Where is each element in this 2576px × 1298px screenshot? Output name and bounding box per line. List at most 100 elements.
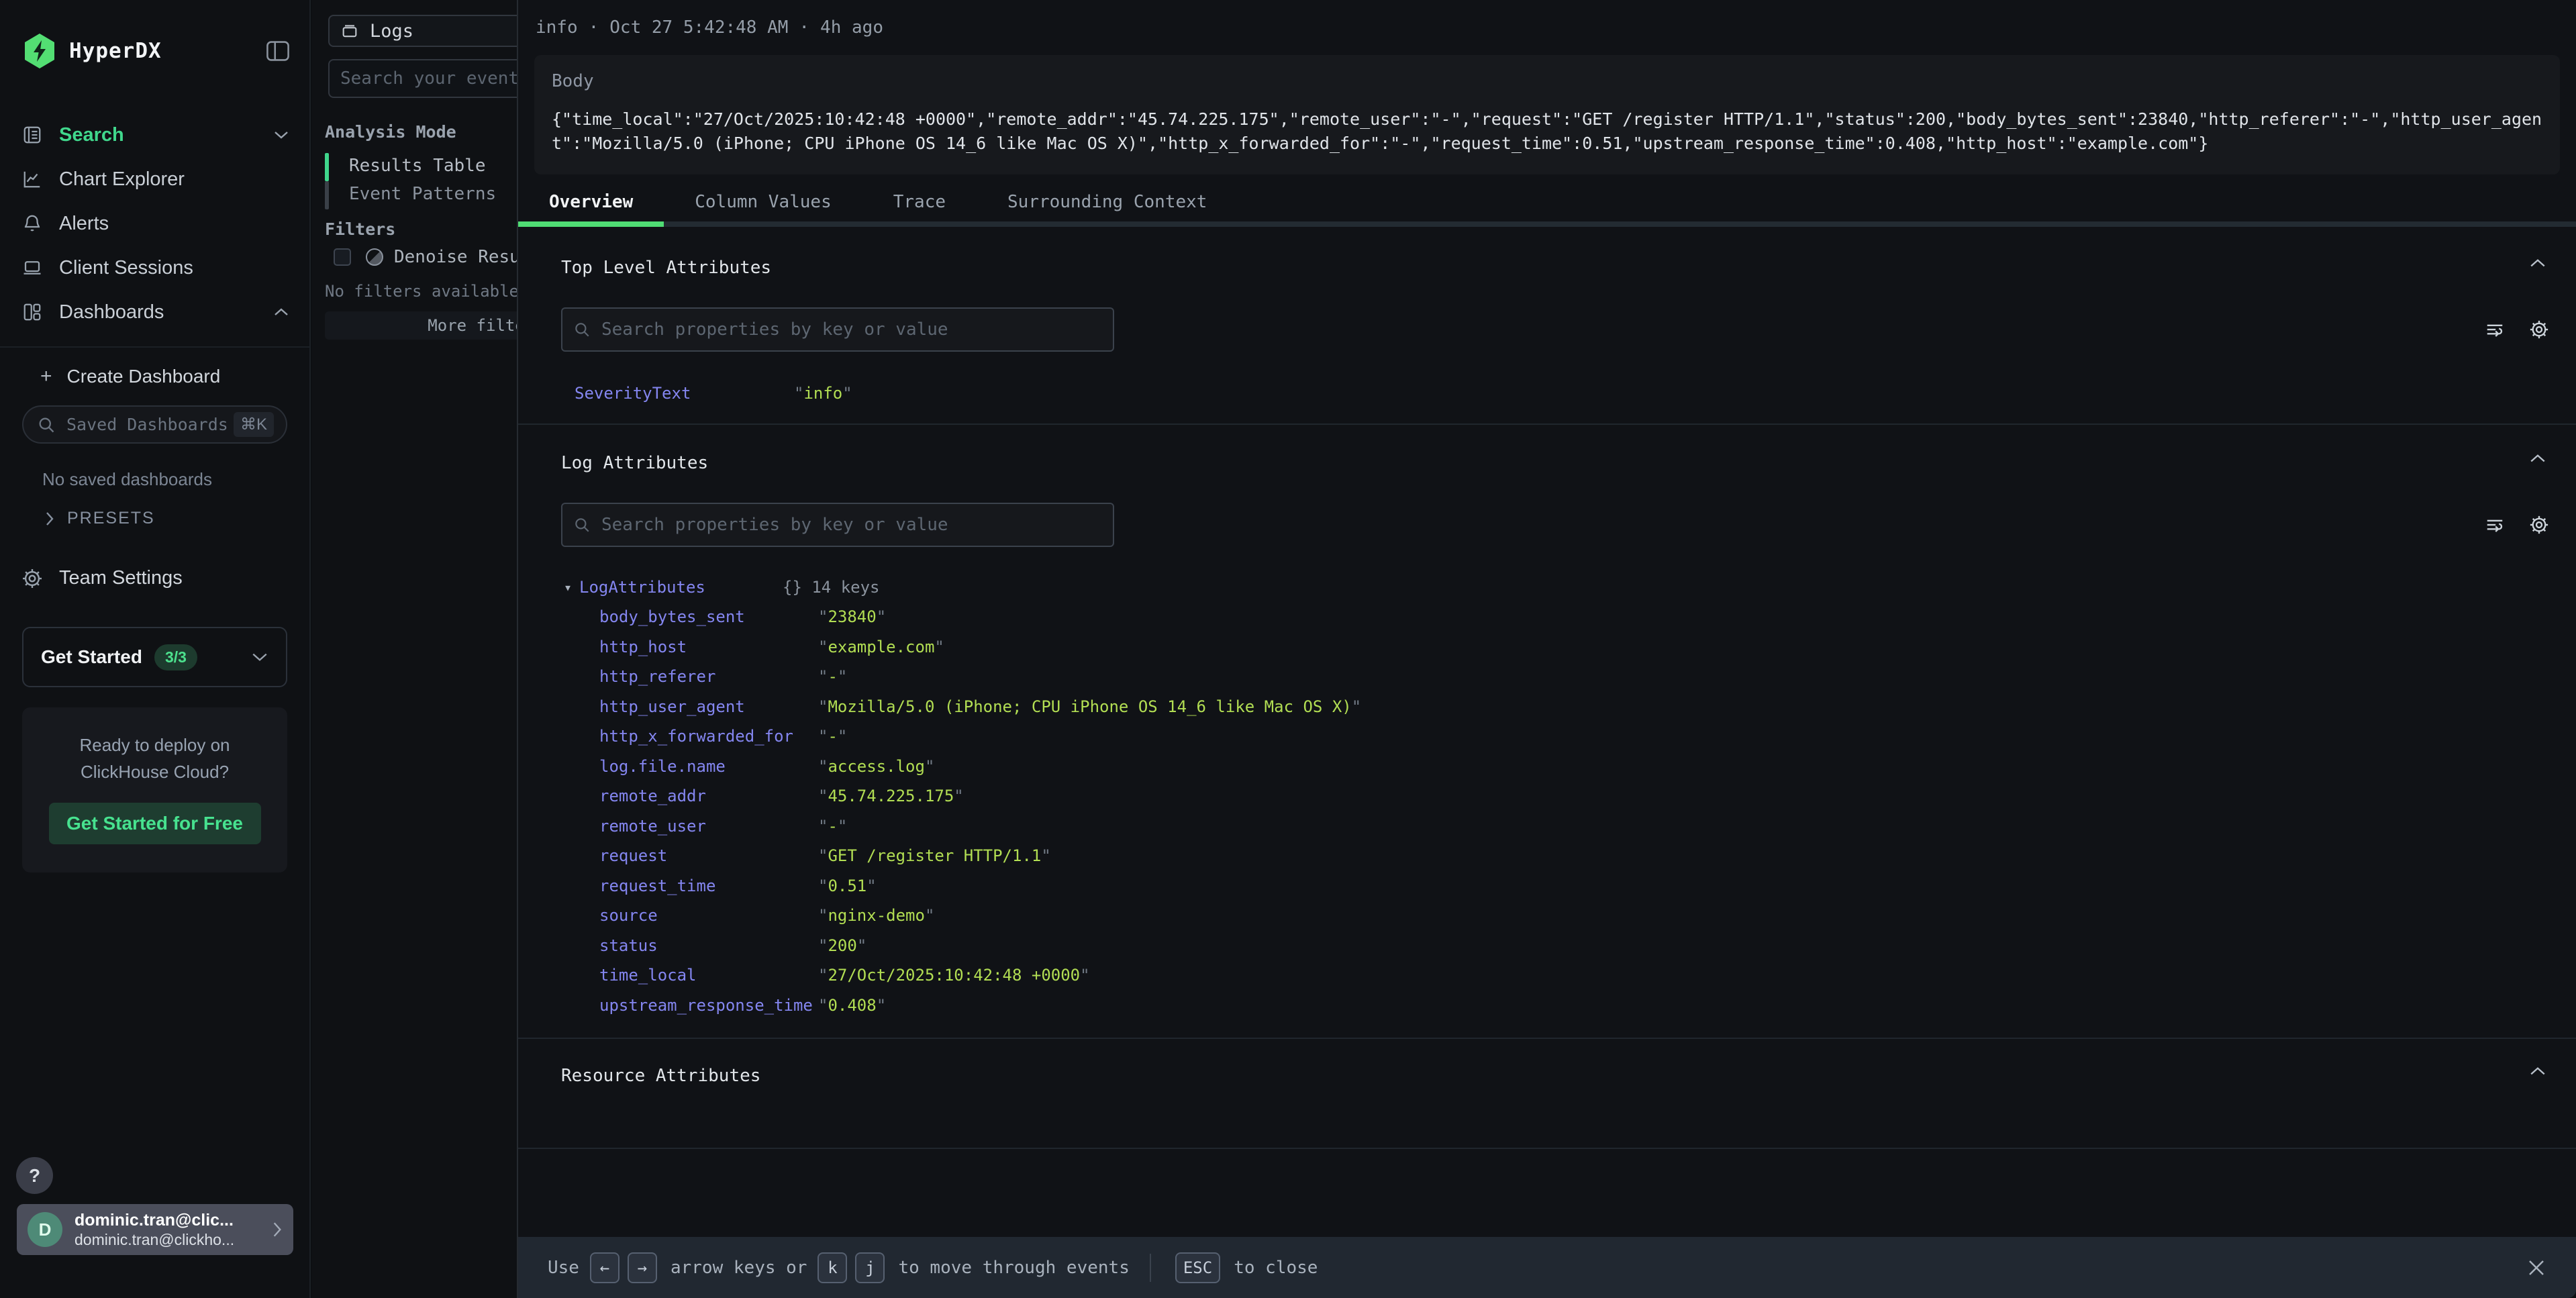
attribute-key[interactable]: http_user_agent (599, 692, 818, 722)
attribute-value[interactable]: 200 (818, 931, 866, 961)
gear-icon[interactable] (2529, 319, 2549, 340)
attribute-row[interactable]: SeverityText info (575, 379, 2576, 409)
attribute-row[interactable]: source nginx-demo (564, 901, 2576, 931)
attribute-key[interactable]: http_referer (599, 662, 818, 692)
laptop-icon (22, 258, 42, 278)
more-filters-button[interactable]: More filters (325, 311, 517, 340)
event-search-input[interactable]: Search your events (328, 59, 517, 98)
get-started-accordion[interactable]: Get Started 3/3 (22, 627, 287, 687)
attribute-key[interactable]: upstream_response_time (599, 991, 818, 1021)
sidebar-item-chart-explorer[interactable]: Chart Explorer (0, 157, 309, 201)
mode-event-patterns[interactable]: Event Patterns (325, 181, 496, 209)
denoise-checkbox[interactable] (334, 248, 351, 266)
mode-results-table[interactable]: Results Table (325, 153, 486, 181)
attribute-row[interactable]: body_bytes_sent 23840 (564, 602, 2576, 632)
attribute-value[interactable]: info (794, 379, 852, 409)
attribute-value[interactable]: example.com (818, 632, 944, 662)
chevron-up-icon[interactable] (273, 307, 289, 317)
tab-overview[interactable]: Overview (518, 183, 664, 227)
attribute-row[interactable]: remote_addr 45.74.225.175 (564, 781, 2576, 811)
attribute-key[interactable]: remote_user (599, 811, 818, 842)
attribute-key[interactable]: body_bytes_sent (599, 602, 818, 632)
search-icon (573, 321, 591, 338)
clickhouse-promo-card: Ready to deploy on ClickHouse Cloud? Get… (22, 707, 287, 872)
attribute-key[interactable]: request (599, 841, 818, 871)
arrow-left-key: ← (590, 1252, 620, 1283)
attribute-value[interactable]: access.log (818, 752, 934, 782)
get-started-label: Get Started (41, 646, 142, 668)
attribute-value[interactable]: 0.408 (818, 991, 886, 1021)
attribute-value[interactable]: GET /register HTTP/1.1 (818, 841, 1051, 871)
denoise-results-toggle[interactable]: Denoise Results (334, 247, 517, 267)
tab-trace[interactable]: Trace (862, 183, 977, 227)
attribute-key[interactable]: SeverityText (575, 379, 794, 409)
chevron-down-icon[interactable] (273, 130, 289, 140)
chevron-down-icon (251, 652, 268, 662)
wrap-lines-icon[interactable] (2485, 319, 2505, 340)
attribute-key[interactable]: source (599, 901, 818, 931)
attribute-row[interactable]: http_x_forwarded_for - (564, 721, 2576, 752)
attribute-key[interactable]: time_local (599, 960, 818, 991)
tab-column-values[interactable]: Column Values (664, 183, 862, 227)
attribute-key[interactable]: status (599, 931, 818, 961)
sidebar-item-client-sessions[interactable]: Client Sessions (0, 246, 309, 290)
attribute-value[interactable]: 45.74.225.175 (818, 781, 964, 811)
collapse-section-icon[interactable] (2529, 453, 2546, 464)
attribute-row[interactable]: request_time 0.51 (564, 871, 2576, 901)
property-search-input[interactable]: Search properties by key or value (561, 503, 1114, 547)
mode-label: Event Patterns (329, 181, 496, 209)
attribute-key[interactable]: log.file.name (599, 752, 818, 782)
attribute-value[interactable]: 23840 (818, 602, 886, 632)
attribute-key[interactable]: http_x_forwarded_for (599, 721, 818, 752)
get-started-free-button[interactable]: Get Started for Free (49, 803, 261, 844)
attribute-row[interactable]: remote_user - (564, 811, 2576, 842)
attribute-value[interactable]: - (818, 811, 847, 842)
footer-divider (1150, 1254, 1151, 1282)
help-button[interactable]: ? (16, 1157, 53, 1194)
attribute-row[interactable]: http_referer - (564, 662, 2576, 692)
create-dashboard-label: Create Dashboard (67, 366, 221, 387)
attribute-root-row[interactable]: ▾ LogAttributes {} 14 keys (564, 572, 2576, 603)
close-icon[interactable] (2526, 1258, 2546, 1278)
property-search-input[interactable]: Search properties by key or value (561, 307, 1114, 352)
attribute-row[interactable]: upstream_response_time 0.408 (564, 991, 2576, 1021)
gear-icon[interactable] (2529, 515, 2549, 535)
presets-toggle[interactable]: PRESETS (0, 490, 309, 528)
sidebar-collapse-icon[interactable] (266, 41, 289, 61)
sidebar-item-dashboards[interactable]: Dashboards (0, 290, 309, 334)
attribute-row[interactable]: http_user_agent Mozilla/5.0 (iPhone; CPU… (564, 692, 2576, 722)
attribute-value[interactable]: nginx-demo (818, 901, 934, 931)
sidebar-item-search[interactable]: Search (0, 113, 309, 157)
attribute-row[interactable]: http_host example.com (564, 632, 2576, 662)
attribute-value[interactable]: Mozilla/5.0 (iPhone; CPU iPhone OS 14_6 … (818, 692, 1361, 722)
user-menu[interactable]: D dominic.tran@clic... dominic.tran@clic… (17, 1204, 293, 1255)
avatar: D (28, 1212, 62, 1247)
get-started-progress-badge: 3/3 (154, 644, 197, 670)
attribute-value[interactable]: 27/Oct/2025:10:42:48 +0000 (818, 960, 1090, 991)
sidebar-item-alerts[interactable]: Alerts (0, 201, 309, 246)
body-json-text[interactable]: {"time_local":"27/Oct/2025:10:42:48 +000… (552, 107, 2542, 156)
tree-expand-icon[interactable]: ▾ (564, 572, 579, 603)
wrap-lines-icon[interactable] (2485, 515, 2505, 535)
attribute-value[interactable]: - (818, 721, 847, 752)
saved-dashboards-search[interactable]: Saved Dashboards ⌘K (22, 405, 287, 444)
footer-use-text: Use (548, 1258, 579, 1278)
attribute-root-key[interactable]: LogAttributes (579, 572, 783, 603)
attribute-key[interactable]: http_host (599, 632, 818, 662)
attribute-key[interactable]: remote_addr (599, 781, 818, 811)
attribute-key[interactable]: request_time (599, 871, 818, 901)
detail-tabs: Overview Column Values Trace Surrounding… (518, 183, 2576, 227)
attribute-row[interactable]: status 200 (564, 931, 2576, 961)
attribute-row[interactable]: time_local 27/Oct/2025:10:42:48 +0000 (564, 960, 2576, 991)
attribute-row[interactable]: log.file.name access.log (564, 752, 2576, 782)
create-dashboard-button[interactable]: + Create Dashboard (0, 348, 309, 388)
top-level-attribute-rows: SeverityText info (518, 379, 2576, 409)
attribute-row[interactable]: request GET /register HTTP/1.1 (564, 841, 2576, 871)
source-select[interactable]: Logs (328, 15, 517, 47)
tab-surrounding-context[interactable]: Surrounding Context (977, 183, 1238, 227)
collapse-section-icon[interactable] (2529, 1066, 2546, 1077)
team-settings-button[interactable]: Team Settings (0, 528, 309, 589)
attribute-value[interactable]: - (818, 662, 847, 692)
collapse-section-icon[interactable] (2529, 258, 2546, 268)
attribute-value[interactable]: 0.51 (818, 871, 877, 901)
